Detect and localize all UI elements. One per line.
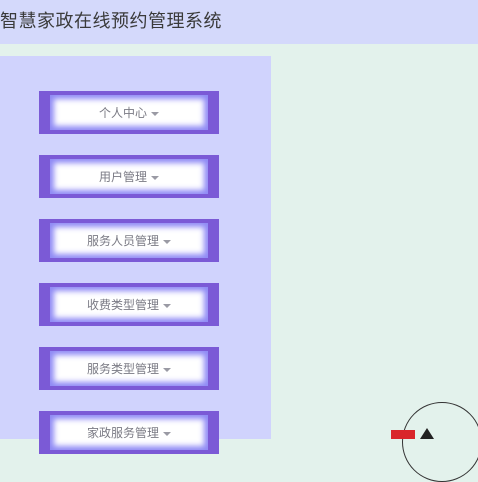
caret-down-icon bbox=[163, 367, 171, 372]
sidebar-item-label: 收费类型管理 bbox=[86, 298, 159, 312]
sidebar-item-button[interactable]: 服务人员管理 bbox=[50, 223, 208, 258]
sidebar-item-button[interactable]: 收费类型管理 bbox=[50, 287, 208, 322]
logo-circle bbox=[402, 402, 478, 482]
sidebar-item-label: 家政服务管理 bbox=[86, 426, 159, 440]
sidebar-item-button[interactable]: 用户管理 bbox=[50, 159, 208, 194]
sidebar-item-label: 服务类型管理 bbox=[86, 362, 159, 376]
sidebar-item-label: 服务人员管理 bbox=[86, 234, 159, 248]
sidebar-item-housekeeping-service-management[interactable]: 家政服务管理 bbox=[39, 411, 219, 454]
logo-red-mark bbox=[391, 430, 415, 439]
main-content bbox=[271, 44, 478, 439]
app-title: 智慧家政在线预约管理系统 bbox=[0, 11, 222, 32]
sidebar-item-label: 用户管理 bbox=[98, 170, 147, 184]
sidebar-item-button[interactable]: 服务类型管理 bbox=[50, 351, 208, 386]
caret-down-icon bbox=[151, 111, 159, 116]
caret-down-icon bbox=[163, 303, 171, 308]
sidebar: 个人中心 用户管理 服务人员管理 收费类型管理 服务类型管理 家政服务管理 bbox=[0, 56, 271, 454]
sidebar-item-personal-center[interactable]: 个人中心 bbox=[39, 91, 219, 134]
sidebar-item-service-staff-management[interactable]: 服务人员管理 bbox=[39, 219, 219, 262]
caret-down-icon bbox=[151, 175, 159, 180]
caret-down-icon bbox=[163, 431, 171, 436]
header-bar: 智慧家政在线预约管理系统 bbox=[0, 0, 478, 44]
sidebar-item-service-type-management[interactable]: 服务类型管理 bbox=[39, 347, 219, 390]
sidebar-item-button[interactable]: 家政服务管理 bbox=[50, 415, 208, 450]
sidebar-item-fee-type-management[interactable]: 收费类型管理 bbox=[39, 283, 219, 326]
sidebar-item-label: 个人中心 bbox=[98, 106, 147, 120]
sidebar-item-user-management[interactable]: 用户管理 bbox=[39, 155, 219, 198]
sidebar-item-button[interactable]: 个人中心 bbox=[50, 95, 208, 130]
caret-down-icon bbox=[163, 239, 171, 244]
